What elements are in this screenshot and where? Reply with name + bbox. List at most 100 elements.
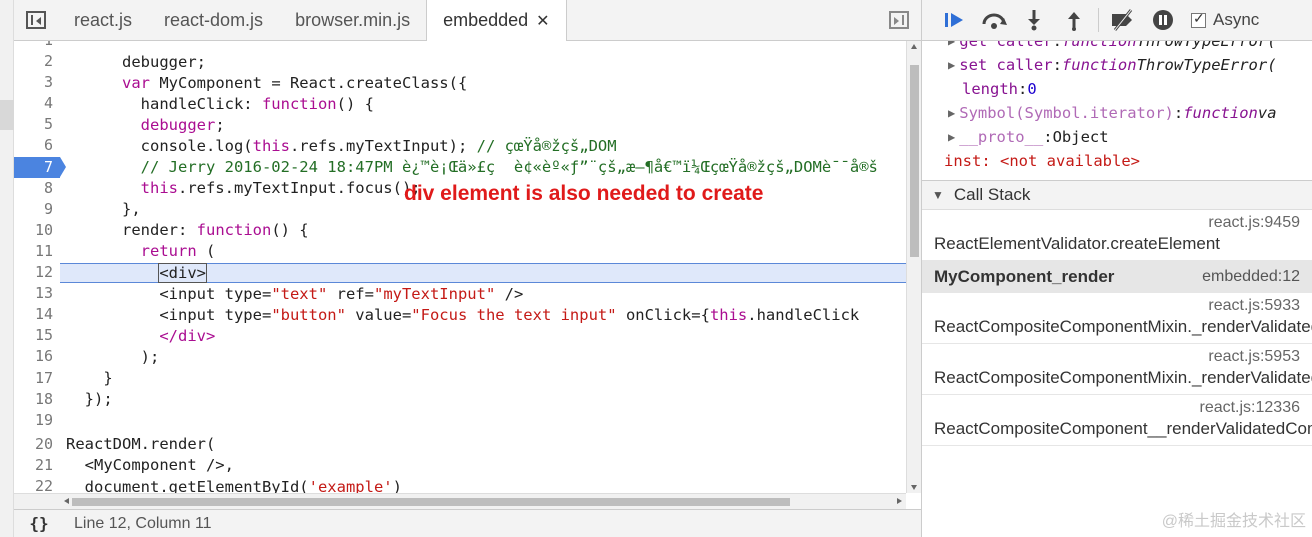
expand-arrow-icon[interactable]: ▶ [948,106,955,120]
scroll-down-icon[interactable] [911,485,917,490]
scroll-right-icon[interactable] [897,498,902,504]
deactivate-breakpoints-icon[interactable] [1103,5,1143,35]
editor-horizontal-scrollbar[interactable] [14,493,906,509]
line-number[interactable]: 15 [14,325,60,346]
line-number[interactable]: 22 [14,476,60,493]
async-toggle[interactable]: Async [1191,10,1259,30]
code-line[interactable]: 20 ReactDOM.render( [14,434,906,455]
scope-property[interactable]: ▶ __proto__: Object [948,125,1312,149]
breakpoint-line[interactable]: 7 // Jerry 2016-02-24 18:47PM è¿™è¡Œä»£ç… [14,156,906,178]
code-line[interactable]: 10 render: function() { [14,220,906,241]
code-line[interactable]: 6 console.log(this.refs.myTextInput); //… [14,135,906,156]
toggle-navigator-icon[interactable] [14,0,58,40]
line-number[interactable]: 20 [14,434,60,455]
scope-property[interactable]: length: 0 [948,77,1312,101]
frame-location[interactable]: embedded:12 [1202,268,1300,286]
line-number[interactable]: 16 [14,346,60,367]
code-editor[interactable]: 12 debugger;3 var MyComponent = React.cr… [14,41,906,493]
code-line[interactable]: 18 }); [14,389,906,410]
code-line[interactable]: 13 <input type="text" ref="myTextInput" … [14,283,906,304]
expand-arrow-icon[interactable]: ▶ [948,58,955,72]
line-number[interactable]: 12 [14,262,60,283]
line-number[interactable]: 14 [14,304,60,325]
current-line[interactable]: 12 <div> [14,262,906,283]
code-token: ( [196,242,216,261]
pause-on-exceptions-icon[interactable] [1143,5,1183,35]
editor-vertical-scrollbar[interactable] [906,41,921,493]
scroll-thumb[interactable] [910,65,919,257]
call-frame[interactable]: react.js:5953 ReactCompositeComponentMixi… [922,344,1312,395]
step-into-icon[interactable] [1014,5,1054,35]
expand-arrow-icon[interactable]: ▶ [948,130,955,144]
code-line[interactable]: 4 handleClick: function() { [14,93,906,114]
line-number[interactable]: 4 [14,93,60,114]
tab-react-js[interactable]: react.js [58,0,148,40]
step-out-icon[interactable] [1054,5,1094,35]
line-number[interactable]: 17 [14,368,60,389]
code-line[interactable]: 2 debugger; [14,51,906,72]
async-checkbox[interactable] [1191,10,1206,28]
scroll-left-icon[interactable] [64,498,69,504]
code-line[interactable]: 16 ); [14,346,906,367]
expand-arrow-icon[interactable]: ▶ [948,41,955,48]
line-number[interactable]: 11 [14,241,60,262]
line-number[interactable]: 5 [14,114,60,135]
line-number[interactable]: 21 [14,455,60,476]
collapse-caret-icon[interactable]: ▼ [932,188,944,202]
line-number[interactable]: 13 [14,283,60,304]
tab-react-dom-js[interactable]: react-dom.js [148,0,279,40]
code-line[interactable]: 14 <input type="button" value="Focus the… [14,304,906,325]
call-frame[interactable]: react.js:9459 ReactElementValidator.creat… [922,210,1312,261]
scroll-thumb[interactable] [72,498,790,506]
code-text: debugger; [60,116,906,134]
code-line[interactable]: 17 } [14,368,906,389]
toggle-debugger-icon[interactable] [877,0,921,40]
line-number[interactable]: 1 [14,41,60,51]
line-number[interactable]: 8 [14,178,60,199]
tab-label: embedded [443,10,529,30]
close-icon[interactable]: ✕ [536,11,549,31]
line-number[interactable]: 6 [14,135,60,156]
line-number[interactable]: 9 [14,199,60,220]
frame-function: ReactCompositeComponent__renderValidated… [934,419,1312,438]
tab-embedded[interactable]: embedded ✕ [426,0,567,41]
line-number[interactable]: 3 [14,72,60,93]
property-name: length [962,80,1018,98]
code-line[interactable]: 15 </div> [14,325,906,346]
scope-property-inst[interactable]: inst: <not available> [944,149,1312,173]
code-line[interactable]: 11 return ( [14,241,906,262]
code-line[interactable]: 5 debugger; [14,114,906,135]
call-stack-header[interactable]: ▼ Call Stack [922,180,1312,210]
code-line[interactable]: 22 document.getElementById('example') [14,476,906,493]
property-name: __proto__ [959,128,1044,146]
code-line[interactable]: 3 var MyComponent = React.createClass({ [14,72,906,93]
line-number[interactable]: 10 [14,220,60,241]
scope-property[interactable]: ▶ get caller: function ThrowTypeError( [948,41,1312,53]
frame-location[interactable]: react.js:12336 [934,399,1300,417]
resume-icon[interactable] [934,5,974,35]
code-line[interactable]: 21 <MyComponent />, [14,455,906,476]
scroll-up-icon[interactable] [911,44,917,49]
call-frame[interactable]: MyComponent_render embedded:12 [922,261,1312,293]
call-frame[interactable]: react.js:5933 ReactCompositeComponentMixi… [922,293,1312,344]
code-token: .refs.myTextInput.focus(); [177,179,421,198]
call-stack-list: react.js:9459 ReactElementValidator.creat… [922,210,1312,446]
call-frame[interactable]: react.js:12336 ReactCompositeComponent__r… [922,395,1312,446]
frame-location[interactable]: react.js:5953 [934,348,1300,366]
pretty-print-icon[interactable]: {} [14,514,64,533]
code-line[interactable]: 19 [14,410,906,431]
tab-browser-min-js[interactable]: browser.min.js [279,0,426,40]
frame-location[interactable]: react.js:5933 [934,297,1300,315]
code-token: "button" [271,305,346,324]
scope-property[interactable]: ▶ Symbol(Symbol.iterator): function va [948,101,1312,125]
code-line[interactable]: 1 [14,41,906,51]
code-token: 'example' [308,477,393,493]
frame-location[interactable]: react.js:9459 [934,214,1300,232]
line-number[interactable]: 18 [14,389,60,410]
step-over-icon[interactable] [974,5,1014,35]
line-number[interactable]: 7 [14,156,60,178]
scope-property[interactable]: ▶ set caller: function ThrowTypeError( [948,53,1312,77]
line-number[interactable]: 2 [14,51,60,72]
line-number[interactable]: 19 [14,410,60,431]
code-token: }, [66,200,141,219]
